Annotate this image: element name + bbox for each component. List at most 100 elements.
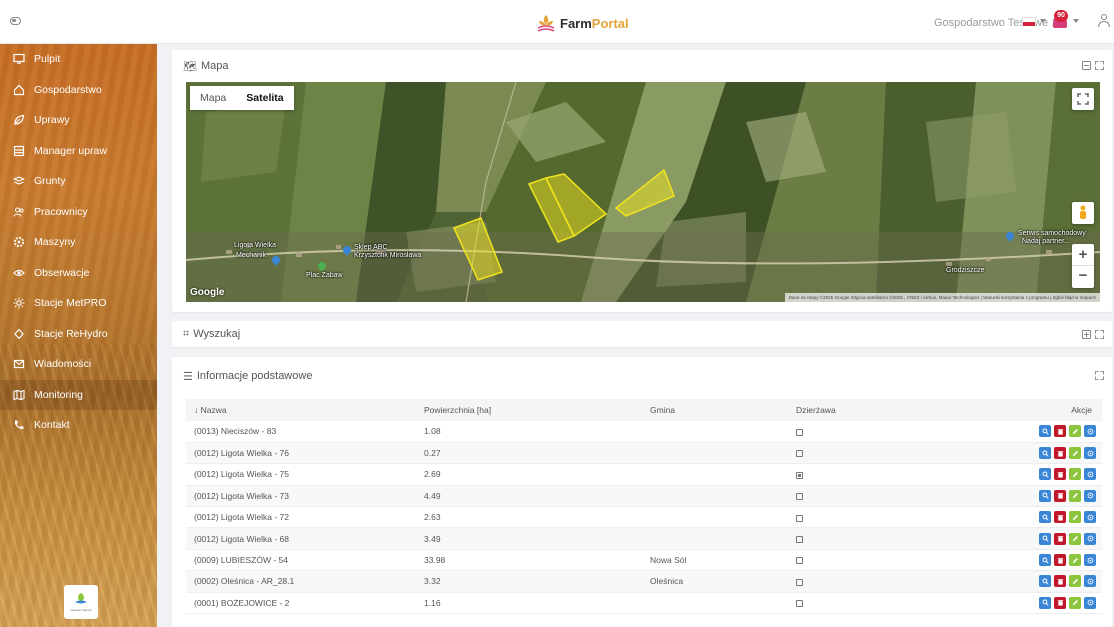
pencil-icon	[1072, 428, 1078, 435]
map-fullscreen-button[interactable]	[1072, 88, 1094, 110]
info-button[interactable]	[1084, 425, 1096, 438]
sidebar-item-wiadomosci[interactable]: Wiadomości	[0, 349, 157, 380]
table-row[interactable]: (0012) Ligota Wielka - 73 4.49	[186, 485, 1102, 508]
info-button[interactable]	[1084, 554, 1096, 567]
lease-checkbox[interactable]	[796, 578, 803, 586]
lease-checkbox[interactable]	[796, 557, 803, 565]
fullscreen-icon[interactable]	[1095, 371, 1104, 380]
sidebar-item-uprawy[interactable]: Uprawy	[0, 105, 157, 136]
view-button[interactable]	[1039, 425, 1051, 438]
delete-button[interactable]	[1054, 447, 1066, 460]
edit-button[interactable]	[1069, 511, 1081, 524]
table-row[interactable]: (0012) Ligota Wielka - 76 0.27	[186, 442, 1102, 465]
zoom-in-button[interactable]: +	[1072, 244, 1094, 266]
users-icon	[12, 206, 26, 218]
delete-button[interactable]	[1054, 532, 1066, 545]
notifications-button[interactable]: 90	[1051, 10, 1069, 28]
lease-checkbox[interactable]	[796, 514, 803, 522]
edit-button[interactable]	[1069, 468, 1081, 481]
sidebar-item-stacje-rehydro[interactable]: Stacje ReHydro	[0, 319, 157, 350]
map-type-map-button[interactable]: Mapa	[190, 86, 236, 110]
sidebar-item-pracownicy[interactable]: Pracownicy	[0, 197, 157, 228]
sidebar-item-kontakt[interactable]: Kontakt	[0, 410, 157, 441]
table-row[interactable]: (0009) LUBIESZÓW - 54 33.98 Nowa Sól	[186, 549, 1102, 572]
collapse-icon[interactable]	[1082, 61, 1091, 70]
lease-checkbox[interactable]	[796, 428, 803, 436]
view-button[interactable]	[1039, 489, 1051, 502]
table-row[interactable]: (0012) Ligota Wielka - 75 2.69	[186, 463, 1102, 486]
edit-button[interactable]	[1069, 447, 1081, 460]
fullscreen-icon[interactable]	[1095, 330, 1104, 339]
delete-button[interactable]	[1054, 511, 1066, 524]
table-row[interactable]: (0012) Ligota Wielka - 72 2.63	[186, 506, 1102, 529]
column-header-lease[interactable]: Dzierżawa	[788, 399, 988, 421]
view-button[interactable]	[1039, 596, 1051, 609]
cell-area: 33.98	[416, 549, 642, 572]
info-button[interactable]	[1084, 489, 1096, 502]
sidebar-item-stacje-metpro[interactable]: Stacje MetPRO	[0, 288, 157, 319]
lease-checkbox[interactable]	[796, 493, 803, 501]
info-button[interactable]	[1084, 468, 1096, 481]
map-type-satellite-button[interactable]: Satelita	[236, 86, 293, 110]
info-button[interactable]	[1084, 511, 1096, 524]
view-button[interactable]	[1039, 447, 1051, 460]
search-card-header[interactable]: ⌗ Wyszukaj	[172, 321, 1112, 347]
fullscreen-icon[interactable]	[1095, 61, 1104, 70]
delete-button[interactable]	[1054, 468, 1066, 481]
view-button[interactable]	[1039, 468, 1051, 481]
cell-gmina	[642, 527, 788, 550]
column-header-name[interactable]: ↓ Nazwa	[186, 399, 416, 421]
edit-button[interactable]	[1069, 554, 1081, 567]
edit-button[interactable]	[1069, 532, 1081, 545]
view-button[interactable]	[1039, 532, 1051, 545]
edit-button[interactable]	[1069, 596, 1081, 609]
info-button[interactable]	[1084, 575, 1096, 588]
leaf-icon	[12, 114, 26, 126]
delete-button[interactable]	[1054, 489, 1066, 502]
edit-button[interactable]	[1069, 575, 1081, 588]
map-attribution[interactable]: Dane do Mapy ©2025 Google Zdjęcia sateli…	[784, 293, 1100, 302]
edit-button[interactable]	[1069, 425, 1081, 438]
table-row[interactable]: (0001) BOŻEJOWICE - 2 1.16	[186, 592, 1102, 615]
expand-icon[interactable]	[1082, 330, 1091, 339]
table-row[interactable]: (0002) Oleśnica - AR_28.1 3.32 Oleśnica	[186, 570, 1102, 593]
sidebar-item-maszyny[interactable]: Maszyny	[0, 227, 157, 258]
pencil-icon	[1072, 450, 1078, 456]
lease-checkbox[interactable]	[796, 450, 803, 458]
view-button[interactable]	[1039, 554, 1051, 567]
sidebar-item-pulpit[interactable]: Pulpit	[0, 44, 157, 75]
info-button[interactable]	[1084, 596, 1096, 609]
sidebar-item-monitoring[interactable]: Monitoring	[0, 379, 157, 410]
info-button[interactable]	[1084, 447, 1096, 460]
delete-button[interactable]	[1054, 425, 1066, 438]
satellite-map[interactable]: Mapa Satelita + − Ligota Wielka Mechanik…	[186, 82, 1100, 302]
sidebar-item-obserwacje[interactable]: Obserwacje	[0, 258, 157, 289]
street-view-button[interactable]	[1072, 202, 1094, 224]
column-header-area[interactable]: Powierzchnia [ha]	[416, 399, 642, 421]
delete-button[interactable]	[1054, 554, 1066, 567]
sidebar-item-gospodarstwo[interactable]: Gospodarstwo	[0, 75, 157, 106]
lease-checkbox[interactable]	[796, 471, 803, 479]
view-button[interactable]	[1039, 511, 1051, 524]
user-icon[interactable]	[1098, 14, 1110, 28]
sidebar-item-manager-upraw[interactable]: Manager upraw	[0, 136, 157, 167]
delete-button[interactable]	[1054, 596, 1066, 609]
sidebar-item-grunty[interactable]: Grunty	[0, 166, 157, 197]
notifications-caret-icon[interactable]	[1073, 19, 1079, 23]
table-row[interactable]: (0012) Ligota Wielka - 68 3.49	[186, 527, 1102, 550]
column-header-gmina[interactable]: Gmina	[642, 399, 788, 421]
lease-checkbox[interactable]	[796, 535, 803, 543]
edit-button[interactable]	[1069, 489, 1081, 502]
sidebar-toggle-icon[interactable]	[10, 17, 21, 25]
language-flag-icon[interactable]	[1022, 17, 1036, 26]
info-button[interactable]	[1084, 532, 1096, 545]
brand[interactable]: FarmPortal	[536, 12, 629, 34]
delete-button[interactable]	[1054, 575, 1066, 588]
farm-select[interactable]: Gospodarstwo Testowe 1 ▾	[934, 16, 1066, 29]
info-icon	[1087, 599, 1093, 606]
view-button[interactable]	[1039, 575, 1051, 588]
lease-checkbox[interactable]	[796, 600, 803, 608]
table-row[interactable]: (0013) Nieciszów - 83 1.08	[186, 421, 1102, 443]
language-caret-icon[interactable]	[1040, 19, 1046, 23]
zoom-out-button[interactable]: −	[1072, 266, 1094, 288]
